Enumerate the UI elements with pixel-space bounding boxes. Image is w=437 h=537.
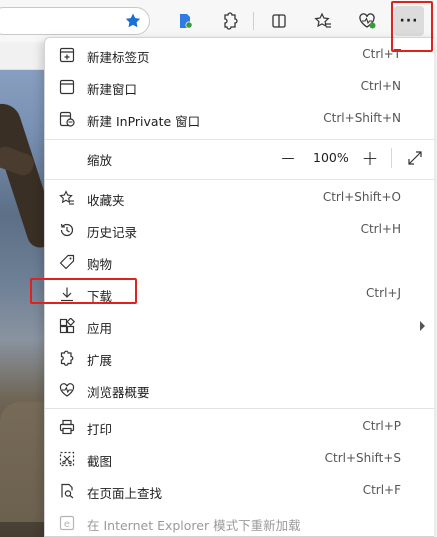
fullscreen-button[interactable] (405, 148, 425, 168)
menu-item-favorites[interactable]: 收藏夹 Ctrl+Shift+O (45, 182, 434, 214)
shopping-tag-icon (57, 252, 77, 272)
browser-essentials-icon[interactable] (352, 6, 382, 36)
split-screen-icon[interactable] (264, 6, 294, 36)
feed-icon[interactable] (170, 6, 200, 36)
menu-item-shortcut: Ctrl+N (360, 79, 401, 93)
menu-item-print[interactable]: 打印 Ctrl+P (45, 411, 434, 443)
menu-separator (45, 139, 434, 140)
menu-item-browser-essentials[interactable]: 浏览器概要 (45, 374, 434, 406)
heart-pulse-icon (57, 380, 77, 400)
menu-item-label: 历史记录 (87, 225, 138, 240)
highlight-downloads (30, 278, 137, 304)
zoom-level: 100% (313, 150, 349, 165)
zoom-out-button[interactable]: — (279, 150, 297, 166)
menu-item-label: 购物 (87, 257, 113, 272)
menu-item-label: 打印 (87, 422, 113, 437)
apps-icon (57, 316, 77, 336)
find-on-page-icon (57, 481, 77, 501)
menu-item-label: 扩展 (87, 353, 113, 368)
menu-item-extensions[interactable]: 扩展 (45, 342, 434, 374)
menu-item-ie-mode: e 在 Internet Explorer 模式下重新加载 (45, 507, 434, 536)
screenshot-icon (57, 449, 77, 469)
highlight-more-button (391, 1, 433, 52)
star-filled-icon[interactable] (118, 6, 148, 36)
menu-separator (45, 179, 434, 180)
menu-item-shortcut: Ctrl+P (362, 419, 401, 433)
menu-item-history[interactable]: 历史记录 Ctrl+H (45, 214, 434, 246)
zoom-in-button[interactable]: + (361, 148, 379, 168)
menu-item-shortcut: Ctrl+H (360, 222, 401, 236)
menu-item-shopping[interactable]: 购物 (45, 246, 434, 278)
extensions-icon[interactable] (216, 6, 246, 36)
extensions-puzzle-icon (57, 348, 77, 368)
history-icon (57, 220, 77, 240)
menu-item-label: 浏览器概要 (87, 385, 150, 400)
menu-item-label: 应用 (87, 321, 113, 336)
zoom-label: 缩放 (87, 153, 113, 168)
fullscreen-icon (408, 151, 422, 165)
printer-icon (57, 417, 77, 437)
menu-item-new-tab[interactable]: 新建标签页 Ctrl+T (45, 39, 434, 71)
submenu-arrow-icon (420, 321, 425, 331)
menu-item-label: 新建 InPrivate 窗口 (87, 114, 201, 129)
menu-item-label: 截图 (87, 454, 113, 469)
minus-icon: — (281, 150, 295, 166)
new-tab-icon (57, 45, 77, 65)
favorites-icon[interactable] (308, 6, 338, 36)
menu-item-zoom: 缩放 — 100% + (45, 142, 434, 174)
favorites-list-icon (57, 188, 77, 208)
new-window-icon (57, 77, 77, 97)
zoom-divider (391, 148, 392, 168)
menu-item-shortcut: Ctrl+Shift+O (322, 190, 401, 204)
menu-item-new-window[interactable]: 新建窗口 Ctrl+N (45, 71, 434, 103)
menu-item-label: 在 Internet Explorer 模式下重新加载 (87, 518, 301, 533)
menu-item-find[interactable]: 在页面上查找 Ctrl+F (45, 475, 434, 507)
menu-item-shortcut: Ctrl+J (366, 286, 401, 300)
menu-item-shortcut: Ctrl+Shift+S (324, 451, 401, 465)
background-rock (0, 402, 44, 522)
menu-item-label: 新建窗口 (87, 82, 138, 97)
page-top-strip (0, 42, 44, 70)
menu-item-new-inprivate[interactable]: 新建 InPrivate 窗口 Ctrl+Shift+N (45, 103, 434, 135)
menu-item-label: 收藏夹 (87, 193, 125, 208)
plus-icon: + (361, 146, 379, 170)
menu-item-apps[interactable]: 应用 (45, 310, 434, 342)
menu-separator (45, 408, 434, 409)
menu-item-label: 在页面上查找 (87, 486, 163, 501)
toolbar-divider (253, 12, 254, 30)
menu-item-label: 新建标签页 (87, 50, 150, 65)
menu-item-shortcut: Ctrl+Shift+N (323, 111, 401, 125)
menu-item-screenshot[interactable]: 截图 Ctrl+Shift+S (45, 443, 434, 475)
menu-item-shortcut: Ctrl+F (362, 483, 401, 497)
svg-text:e: e (64, 519, 70, 530)
browser-toolbar: ··· (0, 0, 437, 42)
internet-explorer-icon: e (57, 513, 77, 533)
inprivate-icon (57, 109, 77, 129)
